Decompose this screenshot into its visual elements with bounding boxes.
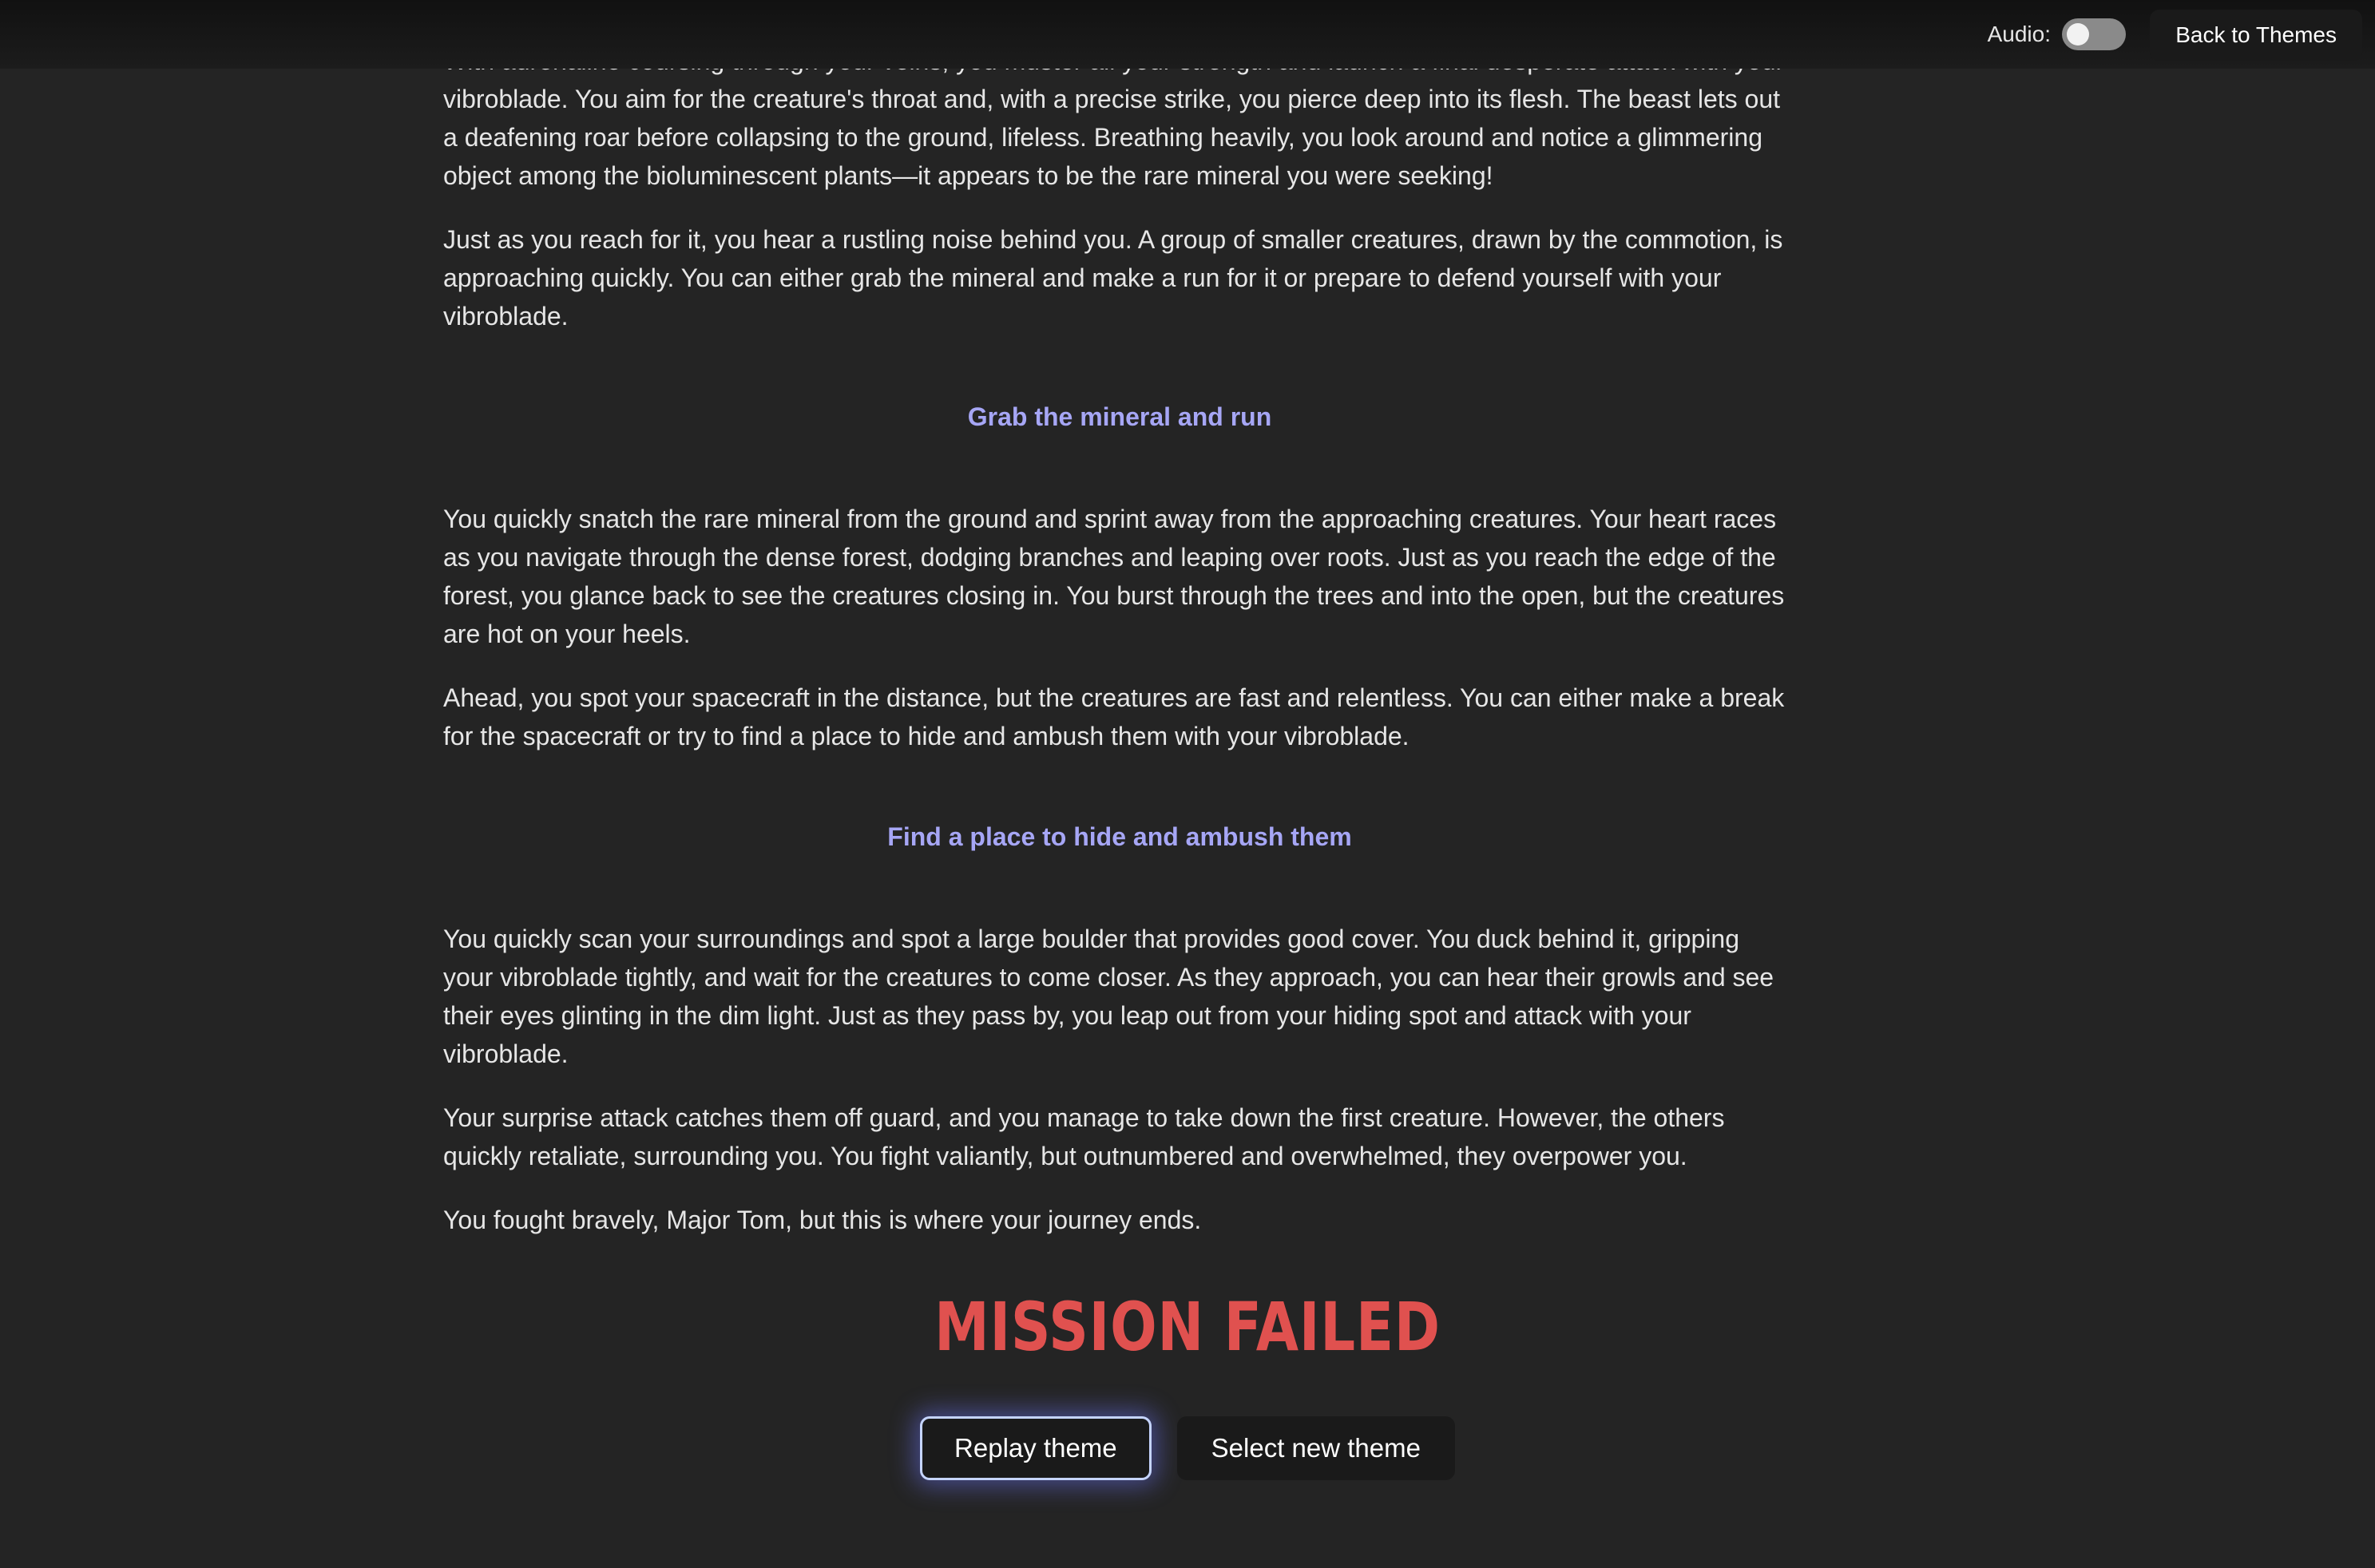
audio-toggle-knob bbox=[2067, 23, 2089, 46]
select-new-theme-button[interactable]: Select new theme bbox=[1176, 1416, 1455, 1480]
story-ending: You fought bravely, Major Tom, but this … bbox=[443, 1206, 1202, 1234]
chosen-option: Grab the mineral and run bbox=[967, 402, 1272, 431]
replay-theme-button[interactable]: Replay theme bbox=[920, 1416, 1152, 1480]
top-bar: Audio: Back to Themes bbox=[0, 0, 2375, 69]
audio-toggle[interactable] bbox=[2062, 18, 2126, 50]
story-paragraph: You quickly scan your surroundings and s… bbox=[443, 925, 1774, 1068]
back-to-themes-button[interactable]: Back to Themes bbox=[2150, 10, 2362, 61]
story-paragraph: Just as you reach for it, you hear a rus… bbox=[443, 225, 1783, 331]
audio-label: Audio: bbox=[1987, 22, 2051, 46]
audio-control: Audio: bbox=[1988, 11, 2126, 57]
story-paragraph: You quickly snatch the rare mineral from… bbox=[443, 505, 1785, 648]
story-paragraph: Ahead, you spot your spacecraft in the d… bbox=[443, 683, 1785, 750]
chosen-option: Find a place to hide and ambush them bbox=[887, 822, 1352, 851]
end-actions: Replay theme Select new theme bbox=[0, 1416, 2375, 1480]
story-content: With adrenaline coursing through your ve… bbox=[443, 42, 1796, 1265]
story-paragraph: Your surprise attack catches them off gu… bbox=[443, 1103, 1725, 1170]
mission-failed-title: MISSION FAILED bbox=[934, 1288, 1441, 1366]
